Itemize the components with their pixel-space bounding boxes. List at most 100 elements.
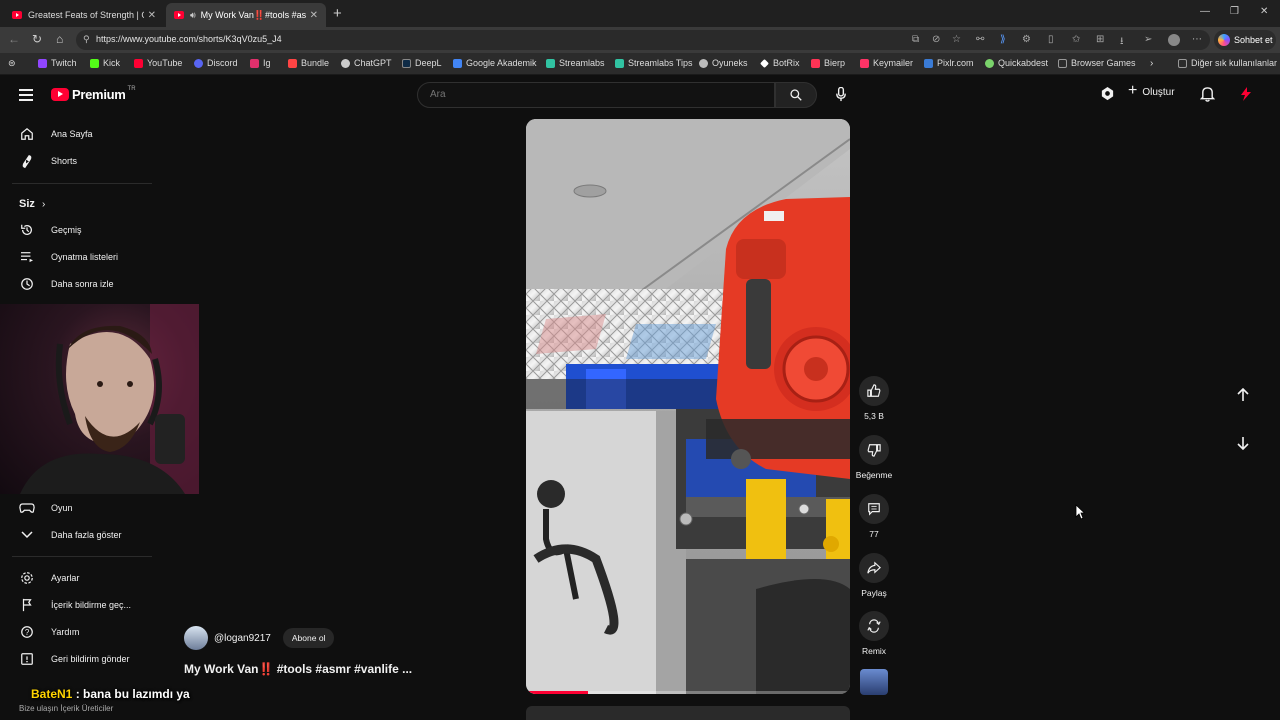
bookmark-streamlabs-tips[interactable]: Streamlabs Tips	[615, 58, 693, 68]
section-title: Siz	[19, 198, 35, 210]
like-count: 5,3 B	[864, 411, 884, 421]
youtube-play-icon	[51, 88, 69, 101]
streamer-silhouette-image	[20, 304, 199, 494]
sidebar-item-show-more[interactable]: Daha fazla göster	[0, 523, 150, 547]
search-input[interactable]	[430, 89, 760, 100]
share-button[interactable]: Paylaş	[852, 553, 896, 598]
shorts-video-player[interactable]	[526, 119, 850, 694]
pixlr-icon	[924, 58, 933, 68]
other-bookmarks[interactable]: Diğer sık kullanılanlar	[1178, 58, 1277, 68]
bookmark-bundle[interactable]: Bundle	[288, 58, 329, 68]
copilot-button[interactable]: Sohbet et	[1214, 30, 1276, 50]
sidebar-item-gaming[interactable]: Oyun	[0, 496, 150, 520]
bookmark-streamlabs[interactable]: Streamlabs	[546, 58, 605, 68]
playlist-icon	[19, 249, 35, 265]
extension-icon[interactable]: ⚯	[976, 34, 984, 45]
video-progress-bar[interactable]	[526, 691, 850, 694]
sidebar-item-watch-later[interactable]: Daha sonra izle	[0, 272, 150, 296]
reload-icon[interactable]: ↻	[32, 32, 42, 46]
more-menu-icon[interactable]: ⋯	[1192, 34, 1202, 45]
bookmark-twitch[interactable]: Twitch	[38, 58, 77, 68]
youtube-page: Premium TR + Oluştur Ana Sayfa Shorts Si…	[0, 75, 1280, 720]
close-tab-icon[interactable]: ✕	[148, 10, 156, 21]
sidebar-item-history[interactable]: Geçmiş	[0, 218, 150, 242]
bookmarks-menu-icon[interactable]: ⊜	[8, 58, 16, 69]
bookmark-label: Quickabdest	[998, 58, 1049, 68]
sidebar-item-label: Yardım	[51, 627, 80, 637]
bookmark-youtube[interactable]: YouTube	[134, 58, 182, 68]
window-close-icon[interactable]: ✕	[1260, 6, 1268, 17]
sidebar-item-send-feedback[interactable]: Geri bildirim gönder	[0, 647, 150, 671]
favorites-icon[interactable]: ✩	[1072, 34, 1080, 45]
bookmark-bierp[interactable]: Bierp	[811, 58, 845, 68]
sidebar-item-label: İçerik bildirme geç...	[51, 600, 132, 610]
sound-thumbnail[interactable]	[860, 669, 888, 695]
back-icon[interactable]: ←	[8, 32, 20, 46]
sidebar-item-playlists[interactable]: Oynatma listeleri	[0, 245, 150, 269]
bookmarks-overflow-icon[interactable]: ›	[1150, 58, 1153, 69]
site-info-icon[interactable]: ⚲	[83, 34, 90, 45]
share-browser-icon[interactable]: ➢	[1144, 34, 1152, 45]
split-screen-icon[interactable]: ▯	[1048, 34, 1054, 45]
youtube-logo[interactable]: Premium TR	[51, 86, 136, 102]
bookmark-keymailer[interactable]: Keymailer	[860, 58, 913, 68]
close-tab-icon[interactable]: ✕	[310, 10, 318, 21]
favorite-star-icon[interactable]: ☆	[952, 34, 961, 45]
bookmark-deepl[interactable]: DeepL	[402, 58, 442, 68]
next-short-button[interactable]	[1228, 428, 1258, 458]
bookmark-label: Diğer sık kullanılanlar	[1191, 58, 1278, 68]
short-title[interactable]: My Work Van‼️ #tools #asmr #vanlife ...	[184, 662, 412, 676]
downloads-icon[interactable]: ⭳	[1120, 34, 1124, 51]
dislike-button[interactable]: Beğenme	[852, 435, 896, 480]
previous-short-button[interactable]	[1228, 380, 1258, 410]
channel-name[interactable]: @logan9217	[214, 633, 271, 644]
extension-icon[interactable]: ⟫	[1000, 34, 1006, 45]
sidebar-item-settings[interactable]: Ayarlar	[0, 566, 150, 590]
sidebar-item-help[interactable]: ? Yardım	[0, 620, 150, 644]
bookmark-kick[interactable]: Kick	[90, 58, 120, 68]
browser-tab-active[interactable]: 🔊︎ My Work Van‼️#tools #asmr # ✕	[166, 3, 326, 27]
voice-search-button[interactable]	[831, 84, 851, 104]
home-browser-icon[interactable]: ⌂	[56, 32, 63, 46]
account-avatar[interactable]	[1238, 86, 1254, 107]
sidebar-item-shorts[interactable]: Shorts	[0, 149, 150, 173]
bookmark-botrix[interactable]: BotRix	[760, 58, 800, 68]
next-short-preview[interactable]	[526, 706, 850, 720]
menu-icon[interactable]	[19, 89, 33, 104]
thumbs-up-icon	[859, 376, 889, 406]
cast-icon[interactable]	[1100, 86, 1115, 106]
bookmark-browser-games[interactable]: Browser Games	[1058, 58, 1136, 68]
sidebar-item-home[interactable]: Ana Sayfa	[0, 122, 150, 146]
create-button[interactable]: + Oluştur	[1128, 82, 1175, 100]
search-button[interactable]	[775, 82, 817, 108]
bookmark-google-akademik[interactable]: Google Akademik	[453, 58, 537, 68]
bookmark-ig[interactable]: Ig	[250, 58, 271, 68]
profile-avatar[interactable]	[1168, 34, 1180, 46]
bookmark-pixlr[interactable]: Pixlr.com	[924, 58, 974, 68]
new-tab-icon[interactable]: +	[333, 5, 342, 22]
bookmark-quickabdest[interactable]: Quickabdest	[985, 58, 1048, 68]
bookmark-oyuneks[interactable]: Oyuneks	[699, 58, 748, 68]
section-you[interactable]: Siz ›	[19, 198, 45, 210]
like-button[interactable]: 5,3 B	[852, 376, 896, 421]
oyuneks-icon	[699, 58, 708, 68]
quickabdest-icon	[985, 58, 994, 68]
browser-tab[interactable]: Greatest Feats of Strength | Giants ✕	[4, 3, 164, 27]
notifications-bell-icon[interactable]	[1199, 86, 1216, 107]
subscribe-button[interactable]: Abone ol	[282, 628, 335, 648]
collections-icon[interactable]: ⊞	[1096, 34, 1104, 45]
remix-button[interactable]: Remix	[852, 611, 896, 656]
extensions-puzzle-icon[interactable]: ⚙	[1022, 34, 1031, 45]
channel-avatar[interactable]	[184, 626, 208, 650]
address-bar[interactable]: ⚲ https://www.youtube.com/shorts/K3qV0zu…	[76, 30, 1210, 50]
bookmark-chatgpt[interactable]: ChatGPT	[341, 58, 392, 68]
sidebar-item-report-history[interactable]: İçerik bildirme geç...	[0, 593, 150, 617]
bookmark-discord[interactable]: Discord	[194, 58, 238, 68]
extension-icon[interactable]: ⧉	[912, 34, 919, 45]
minimize-icon[interactable]: —	[1200, 6, 1210, 17]
sidebar-footer-links[interactable]: Bize ulaşın İçerik Üreticiler	[19, 704, 113, 713]
tracking-icon[interactable]: ⊘	[932, 34, 940, 45]
maximize-icon[interactable]: ❐	[1230, 6, 1239, 17]
speaker-icon[interactable]: 🔊︎	[190, 10, 196, 21]
comments-button[interactable]: 77	[852, 494, 896, 539]
